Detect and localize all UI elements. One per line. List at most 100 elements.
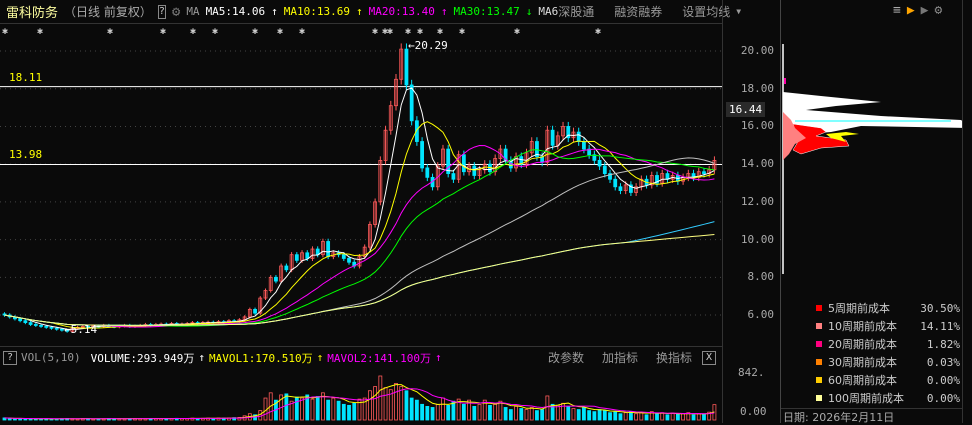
- lower-line-label: 13.98: [9, 148, 43, 161]
- legend-swatch: [816, 359, 822, 365]
- candle: [404, 48, 409, 86]
- legend-value: 1.82%: [926, 337, 960, 351]
- volume-bar: [435, 403, 440, 421]
- candle: [253, 308, 257, 314]
- gear-icon[interactable]: ⚙: [172, 4, 180, 20]
- candle: [582, 141, 586, 150]
- volume-bar: [488, 404, 492, 421]
- candle: [326, 241, 331, 257]
- volume-bar: [461, 403, 466, 421]
- help-button[interactable]: ?: [157, 4, 166, 19]
- ma250-line: [4, 233, 715, 326]
- volume-bar: [634, 413, 639, 421]
- switch-indicator-button[interactable]: 换指标: [656, 349, 692, 366]
- mavol2-line: [4, 388, 715, 420]
- y-tick-label: 14.00: [740, 157, 774, 171]
- volume-bar: [702, 413, 706, 421]
- volume-bar: [696, 413, 701, 421]
- play-gray-icon[interactable]: ▶: [921, 3, 929, 18]
- candle: [305, 252, 310, 259]
- volume-bar: [310, 398, 315, 421]
- volume-bar: [341, 403, 346, 421]
- candle: [54, 327, 59, 330]
- candle: [702, 171, 706, 174]
- ma20-value: MA20:13.40: [368, 5, 435, 18]
- menu-margin-trading[interactable]: 融资融券: [614, 3, 662, 20]
- upper-line-label: 18.11: [9, 71, 43, 84]
- mavol1-value: MAVOL1:170.510万: [208, 351, 313, 365]
- add-indicator-button[interactable]: 加指标: [602, 349, 638, 366]
- ma-label[interactable]: MA: [186, 5, 199, 18]
- volume-bar: [503, 407, 508, 421]
- volume-bar: [399, 386, 404, 421]
- arrow-up-icon: ↑: [440, 5, 448, 18]
- candlestick-chart[interactable]: ✱ ✱ ✱ ✱ ✱ ✱ ✱ ✱ ✱ ✱ ✱✱ ✱ ✱ ✱ ✱ ✱ ✱: [0, 24, 722, 346]
- period-label[interactable]: （日线 前复权）: [64, 3, 152, 20]
- change-params-button[interactable]: 改参数: [548, 349, 584, 366]
- menu-hk-connect[interactable]: 深股通: [558, 3, 594, 20]
- volume-bar: [519, 408, 524, 421]
- volume-bar: [508, 409, 513, 421]
- event-marker: ✱: [405, 26, 411, 37]
- legend-swatch: [816, 323, 822, 329]
- event-marker: ✱: [459, 26, 465, 37]
- gear-icon[interactable]: ⚙: [934, 3, 942, 18]
- volume-bar: [592, 411, 597, 421]
- volume-bar: [294, 396, 299, 421]
- event-marker: ✱: [37, 26, 43, 37]
- volume-bar: [284, 393, 289, 421]
- volume-bar: [597, 409, 602, 421]
- mavol2-value: MAVOL2:141.100万: [327, 351, 432, 365]
- arrow-up-icon: ↑: [356, 5, 363, 18]
- volume-bar: [326, 399, 331, 421]
- volume-bar: [571, 408, 576, 421]
- volume-bar: [681, 413, 685, 421]
- volume-indicator-name[interactable]: VOL(5,10): [21, 351, 81, 364]
- legend-label: 100周期前成本: [828, 392, 904, 405]
- close-volume-button[interactable]: X: [702, 350, 716, 365]
- chip-distribution: [782, 44, 962, 274]
- volume-bar: [331, 397, 336, 421]
- volume-bar: [566, 406, 571, 421]
- event-marker: ✱: [299, 26, 305, 37]
- candle: [461, 154, 466, 173]
- candle: [347, 258, 351, 263]
- ma5-line: [4, 87, 715, 330]
- volume-chart: [2, 375, 717, 421]
- list-icon[interactable]: ≡: [893, 3, 901, 18]
- candle: [425, 167, 430, 178]
- volume-value: VOLUME:293.949万: [90, 351, 195, 365]
- cost-legend-item: 5周期前成本 30.50%: [816, 299, 960, 317]
- volume-bar: [409, 397, 414, 421]
- event-marker: ✱: [107, 26, 113, 37]
- volume-bar: [383, 387, 388, 421]
- arrow-down-icon: ↓: [525, 5, 533, 18]
- volume-bar: [315, 396, 320, 421]
- legend-label: 20周期前成本: [828, 338, 897, 351]
- candle: [23, 320, 28, 323]
- cost-legend-item: 20周期前成本 1.82%: [816, 335, 960, 353]
- ma60-line: [4, 157, 715, 326]
- volume-axis-max: 842.: [738, 366, 765, 379]
- candle: [341, 254, 346, 259]
- volume-bar: [545, 395, 550, 421]
- volume-header: ? VOL(5,10) VOLUME:293.949万 ↑ MAVOL1:170.…: [0, 346, 722, 368]
- volume-bar: [404, 390, 409, 421]
- volume-bar: [691, 414, 696, 421]
- volume-bar: [660, 412, 665, 421]
- ma5-value: MA5:14.06: [205, 5, 266, 18]
- candle: [597, 159, 602, 167]
- volume-bar: [352, 402, 357, 421]
- candle: [451, 173, 456, 180]
- volume-bar: [477, 403, 482, 421]
- volume-bar: [639, 412, 644, 421]
- play-orange-icon[interactable]: ▶: [907, 3, 915, 18]
- volume-bar: [472, 406, 477, 421]
- volume-help-button[interactable]: ?: [3, 350, 17, 365]
- candle: [420, 141, 425, 169]
- candle: [18, 318, 23, 322]
- legend-value: 14.11%: [920, 319, 960, 333]
- legend-label: 5周期前成本: [828, 302, 890, 315]
- toolbar: ≡ ▶ ▶ ⚙: [893, 3, 942, 18]
- event-marker: ✱: [372, 26, 378, 37]
